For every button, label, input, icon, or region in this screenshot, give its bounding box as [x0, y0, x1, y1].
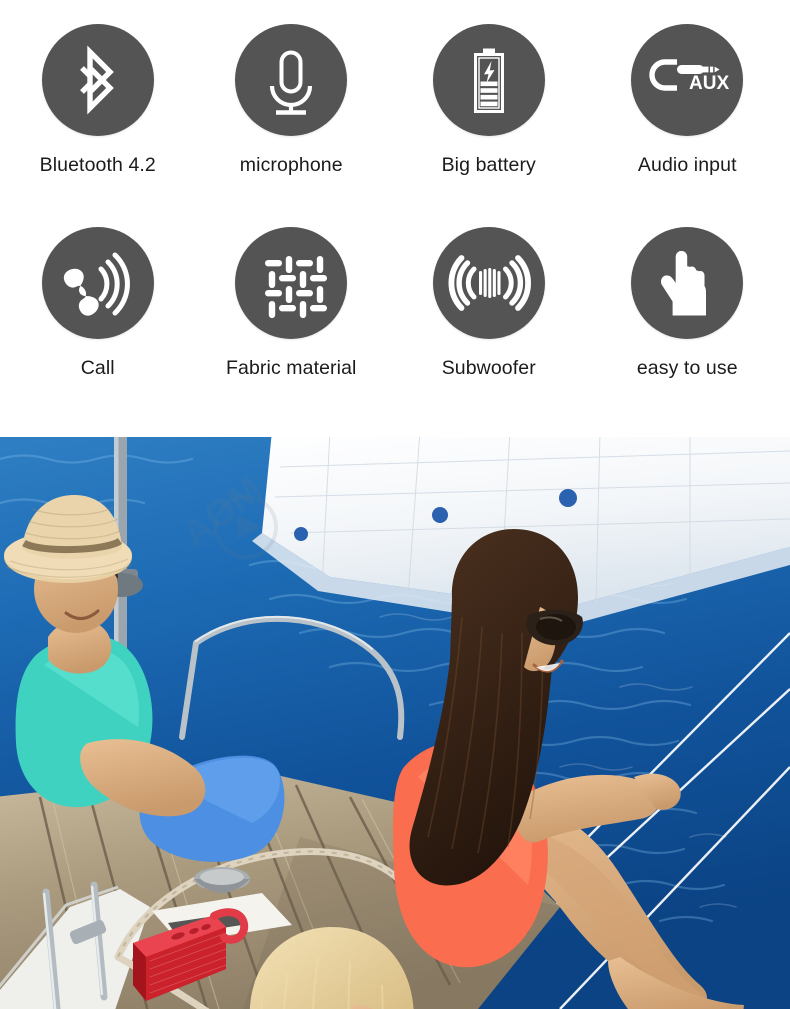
feature-label: Subwoofer: [441, 357, 536, 379]
feature-label: Call: [80, 357, 115, 379]
sailing-lifestyle-photo: AOM: [0, 437, 790, 1009]
fabric-weave-icon: [235, 227, 348, 339]
feature-item-battery[interactable]: Big battery: [395, 24, 593, 227]
feature-item-fabric[interactable]: Fabric material: [198, 227, 396, 430]
aux-jack-icon: AUX: [631, 24, 744, 136]
feature-label: Big battery: [441, 154, 536, 176]
feature-item-subwoofer[interactable]: Subwoofer: [395, 227, 593, 430]
battery-icon: [432, 24, 545, 136]
feature-label: Fabric material: [226, 357, 357, 379]
feature-grid: Bluetooth 4.2 microphone Big battery AUX…: [0, 0, 790, 437]
feature-item-microphone[interactable]: microphone: [198, 24, 396, 227]
sail-dot: [432, 507, 448, 523]
feature-row: Call Fabric material Subwoofer easy to u…: [0, 227, 790, 430]
feature-label: microphone: [239, 154, 343, 176]
pointing-hand-icon: [631, 227, 744, 339]
feature-row: Bluetooth 4.2 microphone Big battery AUX…: [0, 24, 790, 227]
microphone-icon: [235, 24, 348, 136]
feature-label: Bluetooth 4.2: [39, 154, 156, 176]
feature-item-easy-to-use[interactable]: easy to use: [593, 227, 790, 430]
product-feature-page: Bluetooth 4.2 microphone Big battery AUX…: [0, 0, 790, 1009]
subwoofer-icon: [432, 227, 545, 339]
feature-item-audio-input[interactable]: AUX Audio input: [593, 24, 790, 227]
aux-label: AUX: [689, 73, 729, 94]
sail-dot: [294, 527, 308, 541]
feature-item-call[interactable]: Call: [0, 227, 198, 430]
bluetooth-icon: [41, 24, 154, 136]
feature-label: Audio input: [637, 154, 737, 176]
feature-label: easy to use: [636, 357, 738, 379]
phone-call-icon: [41, 227, 154, 339]
sail-dot: [559, 489, 577, 507]
feature-item-bluetooth[interactable]: Bluetooth 4.2: [0, 24, 198, 227]
